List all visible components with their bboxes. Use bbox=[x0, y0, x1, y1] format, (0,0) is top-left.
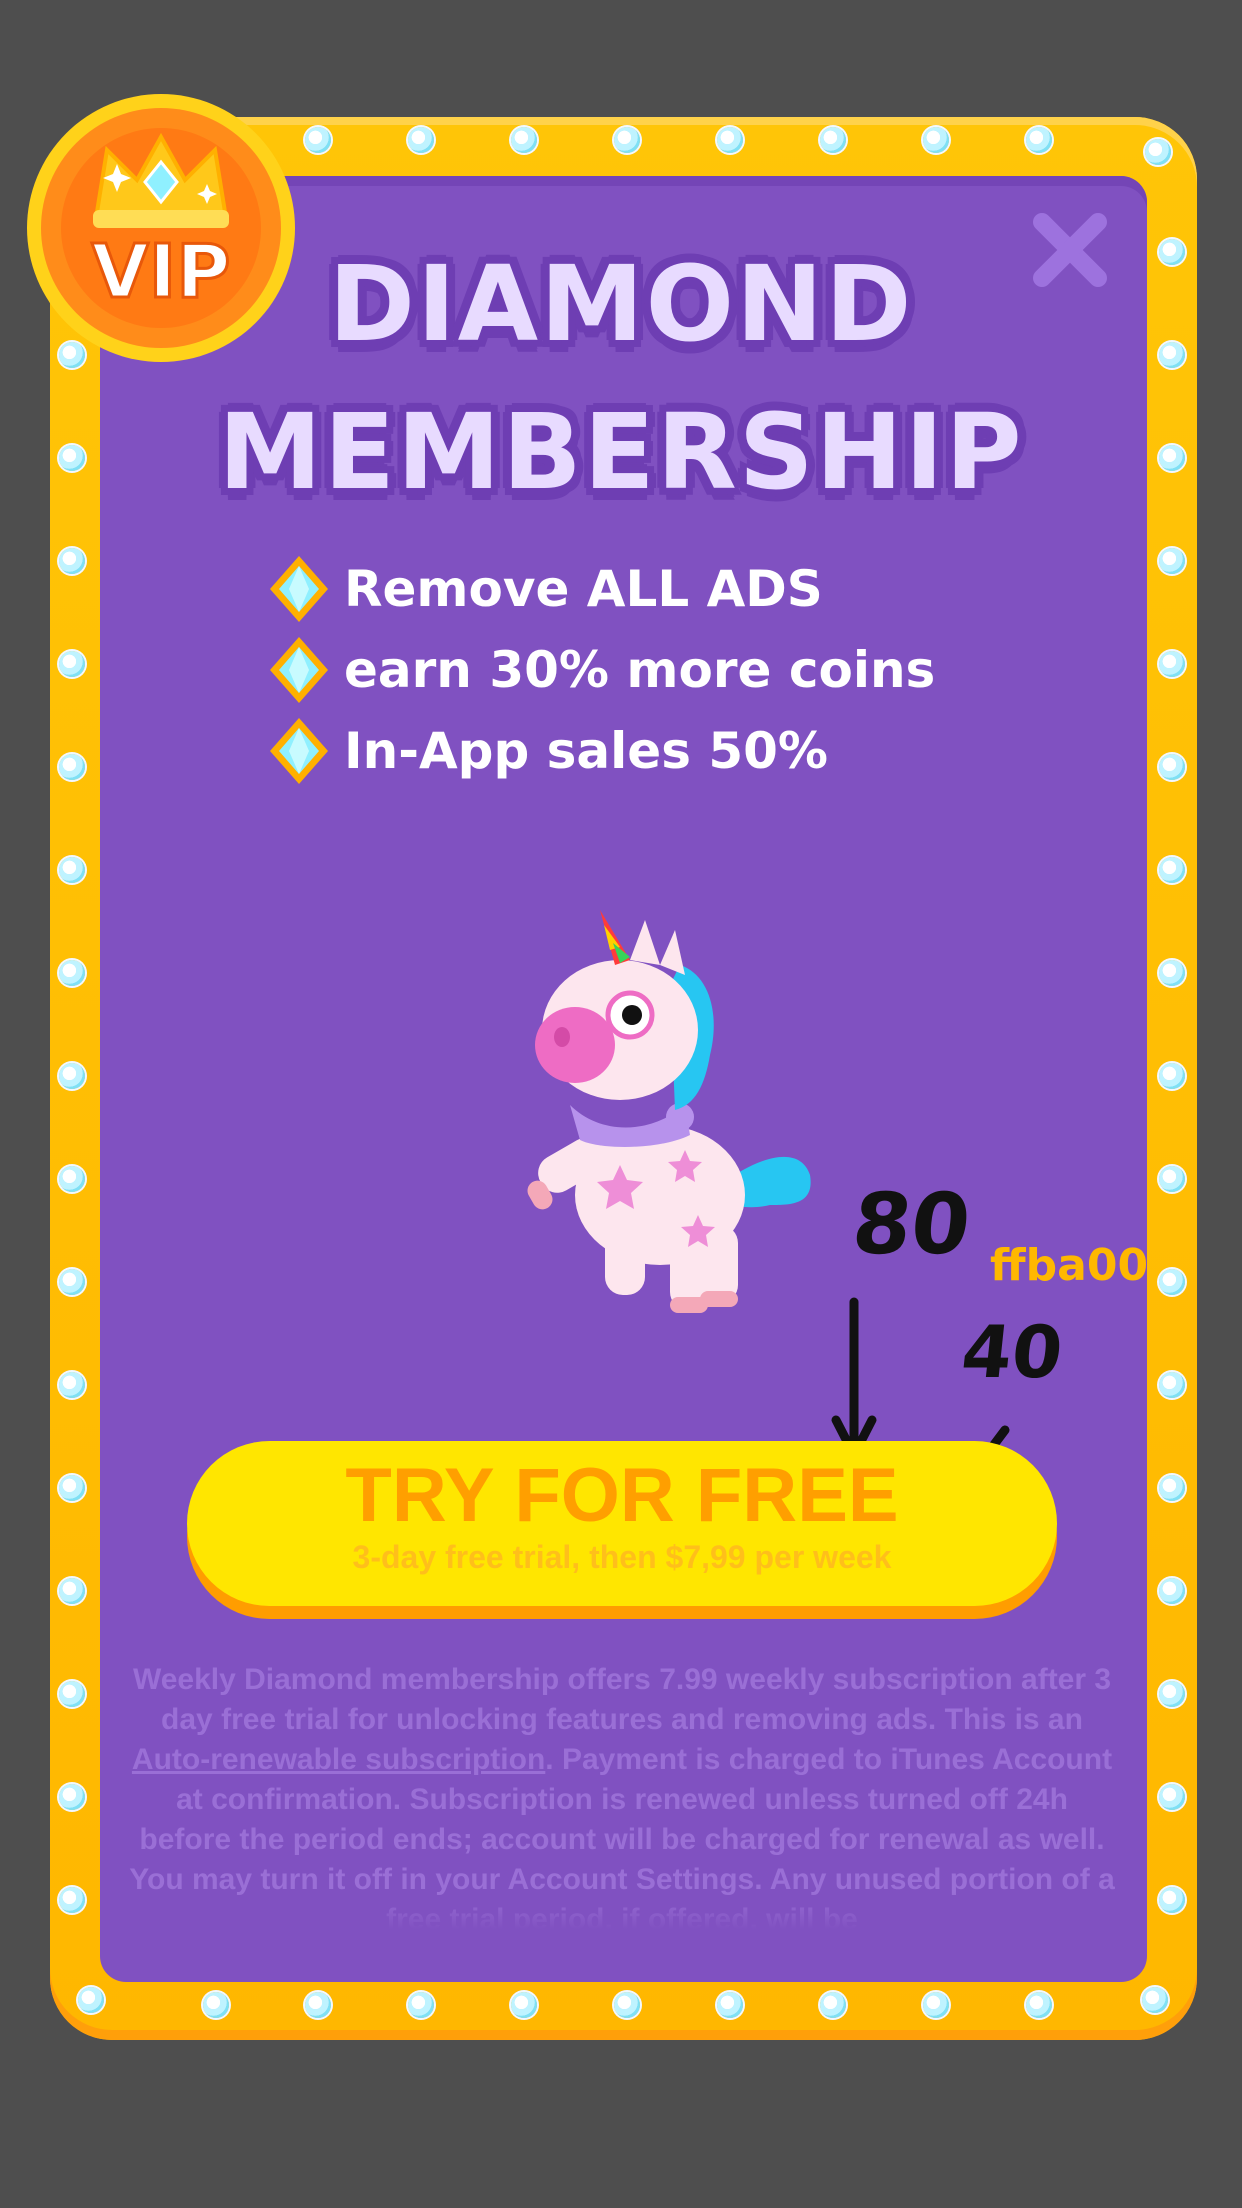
bulb bbox=[1026, 127, 1052, 153]
bulb bbox=[1145, 139, 1171, 165]
bulb bbox=[59, 1475, 85, 1501]
bulb bbox=[59, 960, 85, 986]
bulb bbox=[59, 1063, 85, 1089]
bulb bbox=[717, 1992, 743, 2018]
bulb bbox=[1159, 1784, 1185, 1810]
feature-text: Remove ALL ADS bbox=[344, 559, 823, 618]
bulb bbox=[59, 1166, 85, 1192]
diamond-icon bbox=[270, 555, 328, 622]
unicorn-illustration bbox=[527, 910, 811, 1313]
bulb bbox=[1159, 1269, 1185, 1295]
bulb bbox=[305, 127, 331, 153]
bulb bbox=[1142, 1987, 1168, 2013]
bulb bbox=[1026, 1992, 1052, 2018]
bulb bbox=[1159, 754, 1185, 780]
feature-item: Remove ALL ADS bbox=[268, 548, 935, 629]
title-line-2: MEMBERSHIP bbox=[218, 391, 1024, 513]
bulb bbox=[1159, 1063, 1185, 1089]
bulb bbox=[1159, 651, 1185, 677]
feature-item: earn 30% more coins bbox=[268, 629, 935, 710]
bulb bbox=[717, 127, 743, 153]
bulb bbox=[923, 127, 949, 153]
bulb bbox=[59, 1887, 85, 1913]
bulb bbox=[1159, 1681, 1185, 1707]
bulb bbox=[511, 127, 537, 153]
bulb bbox=[59, 548, 85, 574]
bulb bbox=[1159, 1475, 1185, 1501]
bulb bbox=[1159, 548, 1185, 574]
bulb bbox=[78, 1987, 104, 2013]
bulb bbox=[614, 127, 640, 153]
bulb bbox=[1159, 1887, 1185, 1913]
bulb bbox=[408, 127, 434, 153]
diamond-icon bbox=[270, 717, 328, 784]
subscription-terms-link[interactable]: Auto-renewable subscription bbox=[132, 1743, 545, 1776]
bulb bbox=[1159, 857, 1185, 883]
cta-label: TRY FOR FREE bbox=[345, 1453, 899, 1538]
feature-text: In-App sales 50% bbox=[344, 721, 829, 780]
bulb bbox=[59, 1269, 85, 1295]
bulb bbox=[203, 1992, 229, 2018]
bulb bbox=[1159, 1578, 1185, 1604]
bulb bbox=[1159, 960, 1185, 986]
down-arrow-icon bbox=[831, 1297, 877, 1460]
bulb bbox=[59, 857, 85, 883]
bulb bbox=[511, 1992, 537, 2018]
legal-fade bbox=[128, 1892, 1116, 1936]
feature-list: Remove ALL ADS earn 30% more coins In-Ap… bbox=[268, 548, 935, 791]
bulb bbox=[820, 1992, 846, 2018]
height-annotation: 80 bbox=[847, 1175, 976, 1273]
bulb bbox=[59, 651, 85, 677]
dialog-title: DIAMOND MEMBERSHIP bbox=[0, 230, 1242, 526]
bulb bbox=[59, 754, 85, 780]
bulb bbox=[408, 1992, 434, 2018]
bulb bbox=[59, 1681, 85, 1707]
bulb bbox=[59, 1372, 85, 1398]
legal-text-part: Weekly Diamond membership offers 7.99 we… bbox=[132, 1663, 1112, 1736]
bulb bbox=[820, 127, 846, 153]
bulb bbox=[59, 1784, 85, 1810]
bulb bbox=[923, 1992, 949, 2018]
bulb bbox=[614, 1992, 640, 2018]
feature-text: earn 30% more coins bbox=[344, 640, 936, 699]
bulb bbox=[305, 1992, 331, 2018]
color-annotation: ffba00 bbox=[990, 1240, 1149, 1291]
title-line-1: DIAMOND bbox=[328, 243, 914, 365]
bulb bbox=[1159, 1166, 1185, 1192]
cta-sublabel: 3-day free trial, then $7,99 per week bbox=[352, 1539, 892, 1575]
feature-item: In-App sales 50% bbox=[268, 710, 935, 791]
bulb bbox=[59, 1578, 85, 1604]
diamond-icon bbox=[270, 636, 328, 703]
try-for-free-button[interactable]: TRY FOR FREE 3-day free trial, then $7,9… bbox=[187, 1441, 1057, 1606]
bulb bbox=[1159, 1372, 1185, 1398]
